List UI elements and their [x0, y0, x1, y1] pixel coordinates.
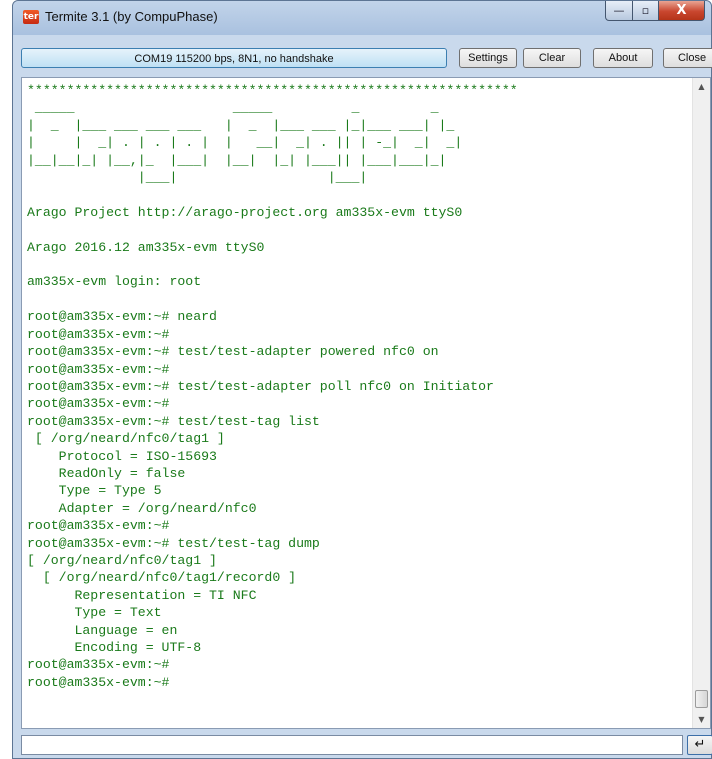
about-button[interactable]: About [593, 48, 653, 68]
connection-status-field[interactable]: COM19 115200 bps, 8N1, no handshake [21, 48, 447, 68]
terminal-line: | _ |___ ___ ___ ___ | _ |___ ___ |_|___… [27, 117, 455, 133]
terminal-line: Arago 2016.12 am335x-evm ttyS0 [27, 239, 265, 255]
terminal-line: [ /org/neard/nfc0/tag1 ] [27, 552, 217, 568]
enter-icon: ↵ [694, 737, 706, 752]
terminal-line: am335x-evm login: root [27, 274, 202, 290]
terminal-line: Arago Project http://arago-project.org a… [27, 204, 463, 220]
terminal-line: root@am335x-evm:~# [27, 674, 170, 690]
vertical-scrollbar[interactable]: ▲ ▼ [692, 78, 710, 728]
terminal-line: root@am335x-evm:~# neard [27, 309, 217, 325]
terminal-line: root@am335x-evm:~# test/test-tag list [27, 413, 320, 429]
terminal-line: Protocol = ISO-15693 [27, 448, 217, 464]
terminal-output[interactable]: ****************************************… [21, 77, 711, 729]
clear-button[interactable]: Clear [523, 48, 581, 68]
maximize-icon: ▫ [641, 4, 650, 17]
maximize-button[interactable]: ▫ [633, 1, 659, 21]
terminal-line: Type = Type 5 [27, 483, 162, 499]
terminal-line: _____ _____ _ _ [27, 100, 439, 116]
command-input[interactable] [21, 735, 683, 755]
scroll-up-arrow-icon[interactable]: ▲ [693, 78, 710, 95]
close-window-button[interactable]: X [659, 1, 705, 21]
input-row: ↵ [21, 735, 712, 757]
terminal-line: root@am335x-evm:~# [27, 326, 170, 342]
title-bar[interactable]: ter Termite 3.1 (by CompuPhase) — ▫ X [13, 1, 711, 35]
toolbar: COM19 115200 bps, 8N1, no handshake Sett… [21, 47, 712, 71]
terminal-line: | | _| . | . | . | | __| _| . || | -_| _… [27, 135, 463, 151]
terminal-line: root@am335x-evm:~# test/test-tag dump [27, 535, 320, 551]
termite-window: ter Termite 3.1 (by CompuPhase) — ▫ X CO… [12, 0, 712, 759]
terminal-line: Encoding = UTF-8 [27, 640, 202, 655]
terminal-line: [ /org/neard/nfc0/tag1/record0 ] [27, 570, 297, 586]
terminal-line: root@am335x-evm:~# [27, 657, 170, 673]
terminal-line: Type = Text [27, 605, 162, 621]
terminal-line: root@am335x-evm:~# test/test-adapter pow… [27, 344, 439, 360]
close-button[interactable]: Close [663, 48, 712, 68]
terminal-line: Language = en [27, 622, 178, 638]
terminal-text: ****************************************… [27, 82, 518, 691]
terminal-line: root@am335x-evm:~# test/test-adapter pol… [27, 378, 494, 394]
terminal-line: Adapter = /org/neard/nfc0 [27, 500, 257, 516]
terminal-line: root@am335x-evm:~# [27, 518, 170, 534]
send-button[interactable]: ↵ [687, 735, 712, 755]
terminal-line: [ /org/neard/nfc0/tag1 ] [27, 431, 225, 447]
scroll-down-arrow-icon[interactable]: ▼ [693, 711, 710, 728]
terminal-line: |___| |___| [27, 170, 368, 186]
terminal-line: root@am335x-evm:~# [27, 361, 170, 377]
minimize-icon: — [613, 4, 625, 17]
termite-app-icon: ter [23, 10, 39, 24]
window-title: Termite 3.1 (by CompuPhase) [45, 9, 218, 24]
terminal-line: Representation = TI NFC [27, 587, 257, 603]
terminal-line: root@am335x-evm:~# [27, 396, 170, 412]
settings-button[interactable]: Settings [459, 48, 517, 68]
terminal-line: ReadOnly = false [27, 465, 186, 481]
scroll-thumb[interactable] [695, 690, 708, 708]
terminal-line: |__|__|_| |__,|_ |___| |__| |_| |___|| |… [27, 152, 447, 168]
terminal-line: ****************************************… [27, 83, 518, 98]
caption-buttons: — ▫ X [605, 1, 705, 23]
close-icon: X [676, 3, 687, 18]
minimize-button[interactable]: — [605, 1, 633, 21]
